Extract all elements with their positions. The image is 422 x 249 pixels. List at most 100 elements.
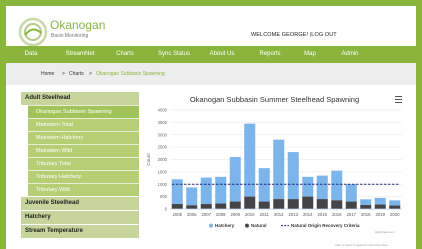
x-tick-label: 2016 [332, 212, 342, 217]
nav-reports[interactable]: Reports [250, 46, 290, 63]
bar-natural [389, 205, 401, 209]
bar-hatchery [287, 152, 299, 200]
x-tick-label: 2011 [260, 212, 270, 217]
x-tick-label: 2019 [375, 212, 385, 217]
y-tick-label: 3000 [158, 132, 168, 137]
bar-hatchery [186, 187, 198, 206]
y-tick-label: 1000 [158, 182, 168, 187]
brand-subtitle: Basin Monitoring [51, 33, 89, 39]
nav-charts[interactable]: Charts [110, 46, 140, 63]
bar-hatchery [389, 200, 401, 206]
sidebar-section-hatchery[interactable]: Hatchery [21, 211, 139, 224]
x-tick-label: 2008 [216, 212, 226, 217]
bar-natural [374, 204, 386, 209]
bar-natural [316, 199, 328, 209]
x-tick-label: 2005 [172, 212, 182, 217]
bar-hatchery [374, 197, 386, 205]
header: Okanogan Basin Monitoring WELCOME GEORGE… [6, 6, 416, 47]
chart-hint: Click on items in legend to hide/show th… [335, 243, 389, 247]
bar-natural [331, 200, 343, 209]
spawning-chart: Okanogan Subbasin Summer Steelhead Spawn… [139, 92, 410, 249]
x-tick-label: 2020 [390, 212, 400, 217]
breadcrumb-separator: > [62, 71, 65, 77]
legend-natural-label: Natural [251, 223, 267, 228]
legend-criteria-label: Natural Origin Recovery Criteria [291, 223, 360, 228]
breadcrumb: Home > Charts > Okanogan Subbasin Spawni… [6, 63, 416, 85]
bar-hatchery [229, 157, 241, 202]
sidebar-item-tributary-wild[interactable]: Tributary Wild [28, 183, 139, 196]
welcome-text: WELCOME GEORGE! [251, 32, 309, 38]
y-tick-label: 2000 [158, 157, 168, 162]
bar-natural [258, 201, 270, 209]
main-nav: Data StreamNet Charts Sync Status About … [6, 46, 416, 63]
bar-hatchery [200, 177, 212, 205]
x-tick-label: 2006 [187, 212, 197, 217]
nav-map[interactable]: Map [297, 46, 323, 63]
nav-sync-status[interactable]: Sync Status [152, 46, 196, 63]
bar-hatchery [273, 139, 285, 200]
bar-hatchery [171, 179, 183, 205]
bar-hatchery [258, 168, 270, 202]
chart-credit: Highcharts.com [375, 230, 395, 234]
breadcrumb-charts[interactable]: Charts [69, 71, 84, 77]
nav-data[interactable]: Data [16, 46, 46, 63]
sidebar-item-mainstem-total[interactable]: Mainstem Total [28, 118, 139, 131]
brand-name: Okanogan [50, 18, 106, 32]
bar-natural [273, 199, 285, 209]
bar-natural [186, 205, 198, 209]
x-tick-label: 2013 [288, 212, 298, 217]
welcome-bar: WELCOME GEORGE! |LOG OUT [251, 32, 337, 38]
logo-icon [18, 17, 48, 47]
y-tick-label: 2500 [158, 145, 168, 150]
sidebar-item-tributary-hatchery[interactable]: Tributary Hatchery [28, 170, 139, 183]
bar-hatchery [316, 175, 328, 200]
y-tick-label: 0 [165, 207, 168, 212]
bar-natural [287, 199, 299, 209]
y-tick-label: 500 [160, 194, 168, 199]
logout-link[interactable]: LOG OUT [311, 32, 336, 38]
bar-natural [345, 201, 357, 209]
bar-hatchery [302, 176, 314, 197]
breadcrumb-home[interactable]: Home [41, 71, 54, 77]
bar-natural [215, 203, 227, 209]
bar-natural [244, 196, 256, 209]
y-tick-label: 3500 [158, 120, 168, 125]
x-tick-label: 2009 [230, 212, 240, 217]
bar-natural [360, 205, 372, 209]
breadcrumb-current: Okanogan Subbasin Spawning [96, 71, 165, 77]
sidebar-item-tributary-total[interactable]: Tributary Total [28, 157, 139, 170]
sidebar-section-stream-temperature[interactable]: Stream Temperature [21, 225, 139, 238]
bar-hatchery [244, 123, 256, 197]
nav-streamnet[interactable]: StreamNet [56, 46, 104, 63]
breadcrumb-separator: > [89, 71, 92, 77]
chart-plot: 0 500 1000 1500 2000 2500 3000 3500 4000 Count 200… [146, 108, 402, 228]
sidebar-item-okanogan-subbasin-spawning[interactable]: Okanogan Subbasin Spawning [28, 105, 139, 118]
y-axis-label: Count [146, 153, 151, 166]
bar-hatchery [345, 184, 357, 202]
bar-natural [200, 204, 212, 209]
sidebar-section-adult-steelhead[interactable]: Adult Steelhead [21, 92, 139, 105]
x-tick-label: 2015 [317, 212, 327, 217]
x-tick-label: 2007 [201, 212, 211, 217]
bar-natural [229, 201, 241, 209]
legend-hatchery-label: Hatchery [215, 223, 235, 228]
bar-natural [302, 196, 314, 209]
nav-about-us[interactable]: About Us [202, 46, 242, 63]
bar-hatchery [360, 199, 372, 206]
sidebar-item-mainstem-hatchery[interactable]: Mainstem Hatchery [28, 131, 139, 144]
x-tick-label: 2018 [361, 212, 371, 217]
sidebar-section-juvenile-steelhead[interactable]: Juvenile Steelhead [21, 197, 139, 210]
x-tick-label: 2017 [346, 212, 356, 217]
y-tick-label: 1500 [158, 169, 168, 174]
nav-admin[interactable]: Admin [334, 46, 366, 63]
x-tick-label: 2012 [274, 212, 284, 217]
legend-hatchery-marker [209, 223, 213, 228]
legend-natural-marker [245, 223, 249, 228]
bar-hatchery [331, 170, 343, 201]
x-tick-label: 2014 [303, 212, 313, 217]
y-tick-label: 4000 [158, 108, 168, 113]
bar-hatchery [215, 176, 227, 204]
bar-natural [171, 204, 183, 209]
chart-sidebar: Adult Steelhead Okanogan Subbasin Spawni… [21, 92, 139, 249]
sidebar-item-mainstem-wild[interactable]: Mainstem Wild [28, 144, 139, 157]
